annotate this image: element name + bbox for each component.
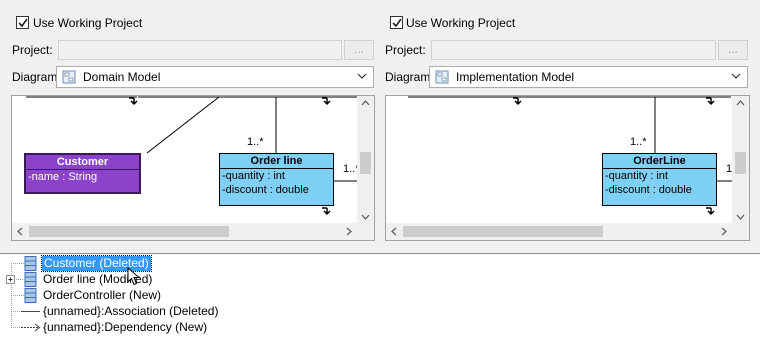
project-field-left[interactable] xyxy=(58,40,342,60)
class-name: OrderLine xyxy=(603,154,716,169)
left-compare-pane: Use Working Project Project: ... Diagram… xyxy=(0,0,380,250)
vertical-scrollbar-right[interactable] xyxy=(732,96,749,223)
uml-class-order-line[interactable]: Order line -quantity : int -discount : d… xyxy=(219,153,334,206)
scroll-right-icon xyxy=(721,227,727,236)
multiplicity-top-right: 1..* xyxy=(630,136,647,148)
scroll-up-icon xyxy=(736,100,745,106)
use-working-project-checkbox-left[interactable] xyxy=(16,16,29,29)
checkmark-icon xyxy=(392,18,402,28)
diagram-select-left[interactable]: Domain Model xyxy=(56,66,374,88)
chevron-down-icon xyxy=(357,73,367,79)
scroll-left-icon xyxy=(391,227,397,236)
scroll-corner xyxy=(357,223,374,240)
plus-icon xyxy=(8,277,13,282)
class-attribute: -discount : double xyxy=(222,184,309,196)
tree-item-label: {unnamed}:Association (Deleted) xyxy=(43,304,219,318)
tree-item-label: {unnamed}:Dependency (New) xyxy=(43,320,208,334)
horizontal-scroll-thumb-right[interactable] xyxy=(403,226,603,237)
diagram-label-left: Diagram: xyxy=(12,70,61,84)
project-browse-button-right[interactable]: ... xyxy=(718,40,748,60)
class-icon xyxy=(24,288,37,303)
scroll-down-icon xyxy=(361,214,370,220)
class-name: Customer xyxy=(26,155,139,170)
diagram-canvas-right[interactable]: 1..* 1 OrderLine -quantity : int -discou… xyxy=(385,95,750,241)
arrow-marker-icon xyxy=(322,207,331,216)
arrow-marker-icon xyxy=(322,97,331,106)
horizontal-scrollbar-left[interactable] xyxy=(12,223,357,240)
project-browse-button-left[interactable]: ... xyxy=(344,40,374,60)
expand-toggle[interactable] xyxy=(6,275,15,284)
diagram-icon xyxy=(62,70,76,84)
arrow-marker-icon xyxy=(513,97,522,106)
checkmark-icon xyxy=(18,18,28,28)
arrow-marker-icon xyxy=(706,207,715,216)
class-name: Order line xyxy=(220,154,333,169)
vertical-scroll-thumb-left[interactable] xyxy=(360,152,371,174)
class-attribute: -name : String xyxy=(28,171,98,183)
tree-item-label: OrderController (New) xyxy=(43,288,162,302)
scroll-left-icon xyxy=(17,227,23,236)
diagram-select-value-right: Implementation Model xyxy=(456,70,575,84)
arrow-marker-icon xyxy=(706,97,715,106)
class-icon xyxy=(24,272,37,287)
project-label-right: Project: xyxy=(385,43,426,57)
class-attribute: -quantity : int xyxy=(605,170,668,182)
use-working-project-label-right: Use Working Project xyxy=(406,16,516,30)
vertical-scroll-thumb-right[interactable] xyxy=(735,152,746,174)
chevron-down-icon xyxy=(731,73,741,79)
multiplicity-top-left: 1..* xyxy=(247,136,264,148)
diagram-icon xyxy=(435,70,449,84)
diagram-label-right: Diagram: xyxy=(385,70,434,84)
project-field-right[interactable] xyxy=(431,40,716,60)
horizontal-scroll-thumb-left[interactable] xyxy=(29,226,229,237)
use-working-project-checkbox-right[interactable] xyxy=(390,16,403,29)
scroll-down-icon xyxy=(736,214,745,220)
class-attribute: -quantity : int xyxy=(222,170,285,182)
vertical-scrollbar-left[interactable] xyxy=(357,96,374,223)
scroll-up-icon xyxy=(361,100,370,106)
arrow-marker-icon xyxy=(129,97,138,106)
difference-tree: Customer (Deleted) Order line (Modified)… xyxy=(0,253,760,354)
association-icon xyxy=(21,311,40,312)
use-working-project-label-left: Use Working Project xyxy=(33,16,143,30)
class-attribute: -discount : double xyxy=(605,184,692,196)
scroll-corner xyxy=(732,223,749,240)
uml-class-orderline[interactable]: OrderLine -quantity : int -discount : do… xyxy=(602,153,717,206)
scroll-right-icon xyxy=(346,227,352,236)
right-compare-pane: Use Working Project Project: ... Diagram… xyxy=(380,0,760,250)
project-label-left: Project: xyxy=(12,43,53,57)
diagram-select-value-left: Domain Model xyxy=(83,70,161,84)
class-icon xyxy=(24,256,37,271)
diagram-select-right[interactable]: Implementation Model xyxy=(429,66,748,88)
dependency-icon xyxy=(21,323,41,332)
mouse-cursor-icon xyxy=(127,267,141,286)
uml-class-customer[interactable]: Customer -name : String xyxy=(24,153,141,194)
horizontal-scrollbar-right[interactable] xyxy=(386,223,732,240)
diagram-canvas-left[interactable]: 1..* 1..* Customer -name : String Order … xyxy=(11,95,375,241)
